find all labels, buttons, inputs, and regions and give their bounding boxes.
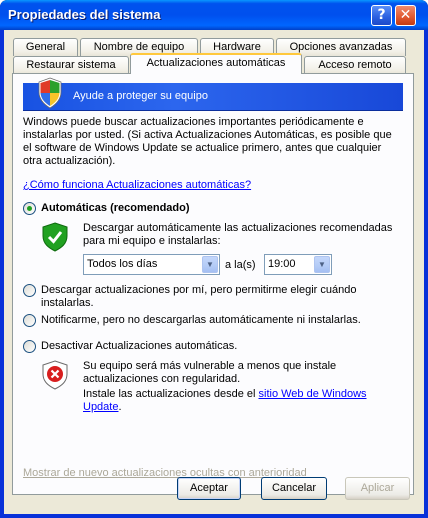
window-title: Propiedades del sistema (8, 7, 161, 22)
system-properties-window: Propiedades del sistema ? ✕ General Nomb… (0, 0, 428, 518)
time-select-value: 19:00 (268, 258, 296, 270)
option-disable[interactable]: Desactivar Actualizaciones automáticas. (23, 340, 237, 353)
dialog-client-area: General Nombre de equipo Hardware Opcion… (4, 30, 424, 514)
tab-acceso-remoto[interactable]: Acceso remoto (304, 56, 406, 74)
install-hint-suffix: . (118, 401, 122, 413)
install-hint: Instale las actualizaciones desde el sit… (83, 388, 383, 414)
green-check-shield-icon (42, 222, 68, 252)
time-select[interactable]: 19:00 ▼ (264, 254, 332, 275)
security-shield-icon (38, 77, 62, 109)
radio-disable[interactable] (23, 340, 36, 353)
title-bar[interactable]: Propiedades del sistema ? ✕ (0, 0, 428, 30)
close-button[interactable]: ✕ (395, 5, 416, 26)
chevron-down-icon[interactable]: ▼ (202, 256, 218, 273)
red-x-shield-icon (42, 360, 68, 390)
tab-panel: Ayude a proteger su equipo Windows puede… (12, 73, 414, 495)
window-frame-right (424, 30, 428, 518)
chevron-down-icon[interactable]: ▼ (314, 256, 330, 273)
radio-download-only[interactable] (23, 284, 36, 297)
close-icon: ✕ (399, 7, 412, 23)
option-notify-only[interactable]: Notificarme, pero no descargarlas automá… (23, 314, 393, 327)
help-button[interactable]: ? (371, 5, 392, 26)
radio-automatic[interactable] (23, 202, 36, 215)
banner-text: Ayude a proteger su equipo (73, 90, 208, 102)
tab-restaurar-sistema[interactable]: Restaurar sistema (13, 56, 129, 74)
option-disable-label: Desactivar Actualizaciones automáticas. (41, 340, 238, 352)
day-select[interactable]: Todos los días ▼ (83, 254, 220, 275)
tab-actualizaciones-automaticas[interactable]: Actualizaciones automáticas (130, 53, 302, 74)
help-icon: ? (377, 7, 386, 23)
apply-button[interactable]: Aplicar (345, 477, 410, 500)
option-notify-only-label: Notificarme, pero no descargarlas automá… (41, 314, 361, 326)
radio-notify-only[interactable] (23, 314, 36, 327)
ok-button[interactable]: Aceptar (177, 477, 241, 500)
option-automatic[interactable]: Automáticas (recomendado) (23, 202, 190, 215)
install-hint-prefix: Instale las actualizaciones desde el (83, 388, 259, 400)
disable-warning: Su equipo será más vulnerable a menos qu… (83, 360, 337, 385)
window-frame-bottom (0, 514, 428, 518)
protect-banner: Ayude a proteger su equipo (23, 77, 403, 111)
intro-text: Windows puede buscar actualizaciones imp… (23, 116, 392, 167)
option-automatic-label: Automáticas (recomendado) (41, 202, 190, 214)
automatic-description: Descargar automáticamente las actualizac… (83, 222, 393, 247)
how-it-works-link[interactable]: ¿Cómo funciona Actualizaciones automátic… (23, 179, 251, 191)
cancel-button[interactable]: Cancelar (261, 477, 327, 500)
tab-general[interactable]: General (13, 38, 78, 56)
option-download-only-label: Descargar actualizaciones por mí, pero p… (41, 284, 357, 309)
day-select-value: Todos los días (87, 258, 158, 270)
at-label: a la(s) (225, 259, 256, 271)
option-download-only[interactable]: Descargar actualizaciones por mí, pero p… (23, 284, 383, 310)
